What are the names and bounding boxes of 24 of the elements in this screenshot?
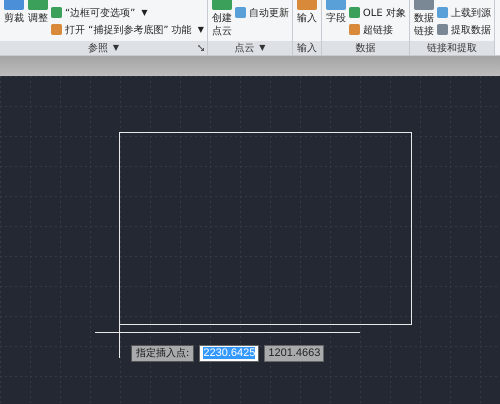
ribbon-button[interactable]: 超链接 [348,22,406,37]
prompt-label: 指定插入点: [131,345,194,362]
ribbon-button[interactable]: 字段 [324,0,347,41]
ribbon-button[interactable]: 上载到源 [436,5,491,20]
coordinate-field[interactable]: 1201.4663 [264,345,324,362]
panel-title: 链接和提取 [426,42,477,55]
ribbon-button[interactable]: 自动更新 [234,5,289,20]
panel-title: 输入 [296,42,317,55]
dropdown-arrow[interactable]: ▼ [259,43,266,53]
ribbon-button[interactable]: 输入 [296,0,318,41]
ribbon-button[interactable]: 提取数据 [436,22,491,37]
panel-title: 参照 [88,42,108,55]
ribbon-button[interactable]: OLE 对象 [348,5,406,20]
ribbon-button[interactable]: “边框可变选项” ▼ [51,5,204,20]
drawing-canvas[interactable] [0,76,500,404]
dialog-launcher-icon[interactable] [198,45,204,51]
panel-title: 数据 [355,42,376,55]
ribbon-button[interactable]: 剪裁 [3,0,25,41]
ribbon-button[interactable]: 打开 “捕捉到参考底图” 功能 ▼ [51,22,204,37]
panel-title: 点云 [234,42,254,55]
ribbon-button[interactable]: 数据链接 [412,0,435,41]
ribbon-button[interactable]: 创建点云 [210,0,233,41]
ribbon-button[interactable]: 调整 [27,0,49,41]
dropdown-arrow[interactable]: ▼ [112,43,120,53]
